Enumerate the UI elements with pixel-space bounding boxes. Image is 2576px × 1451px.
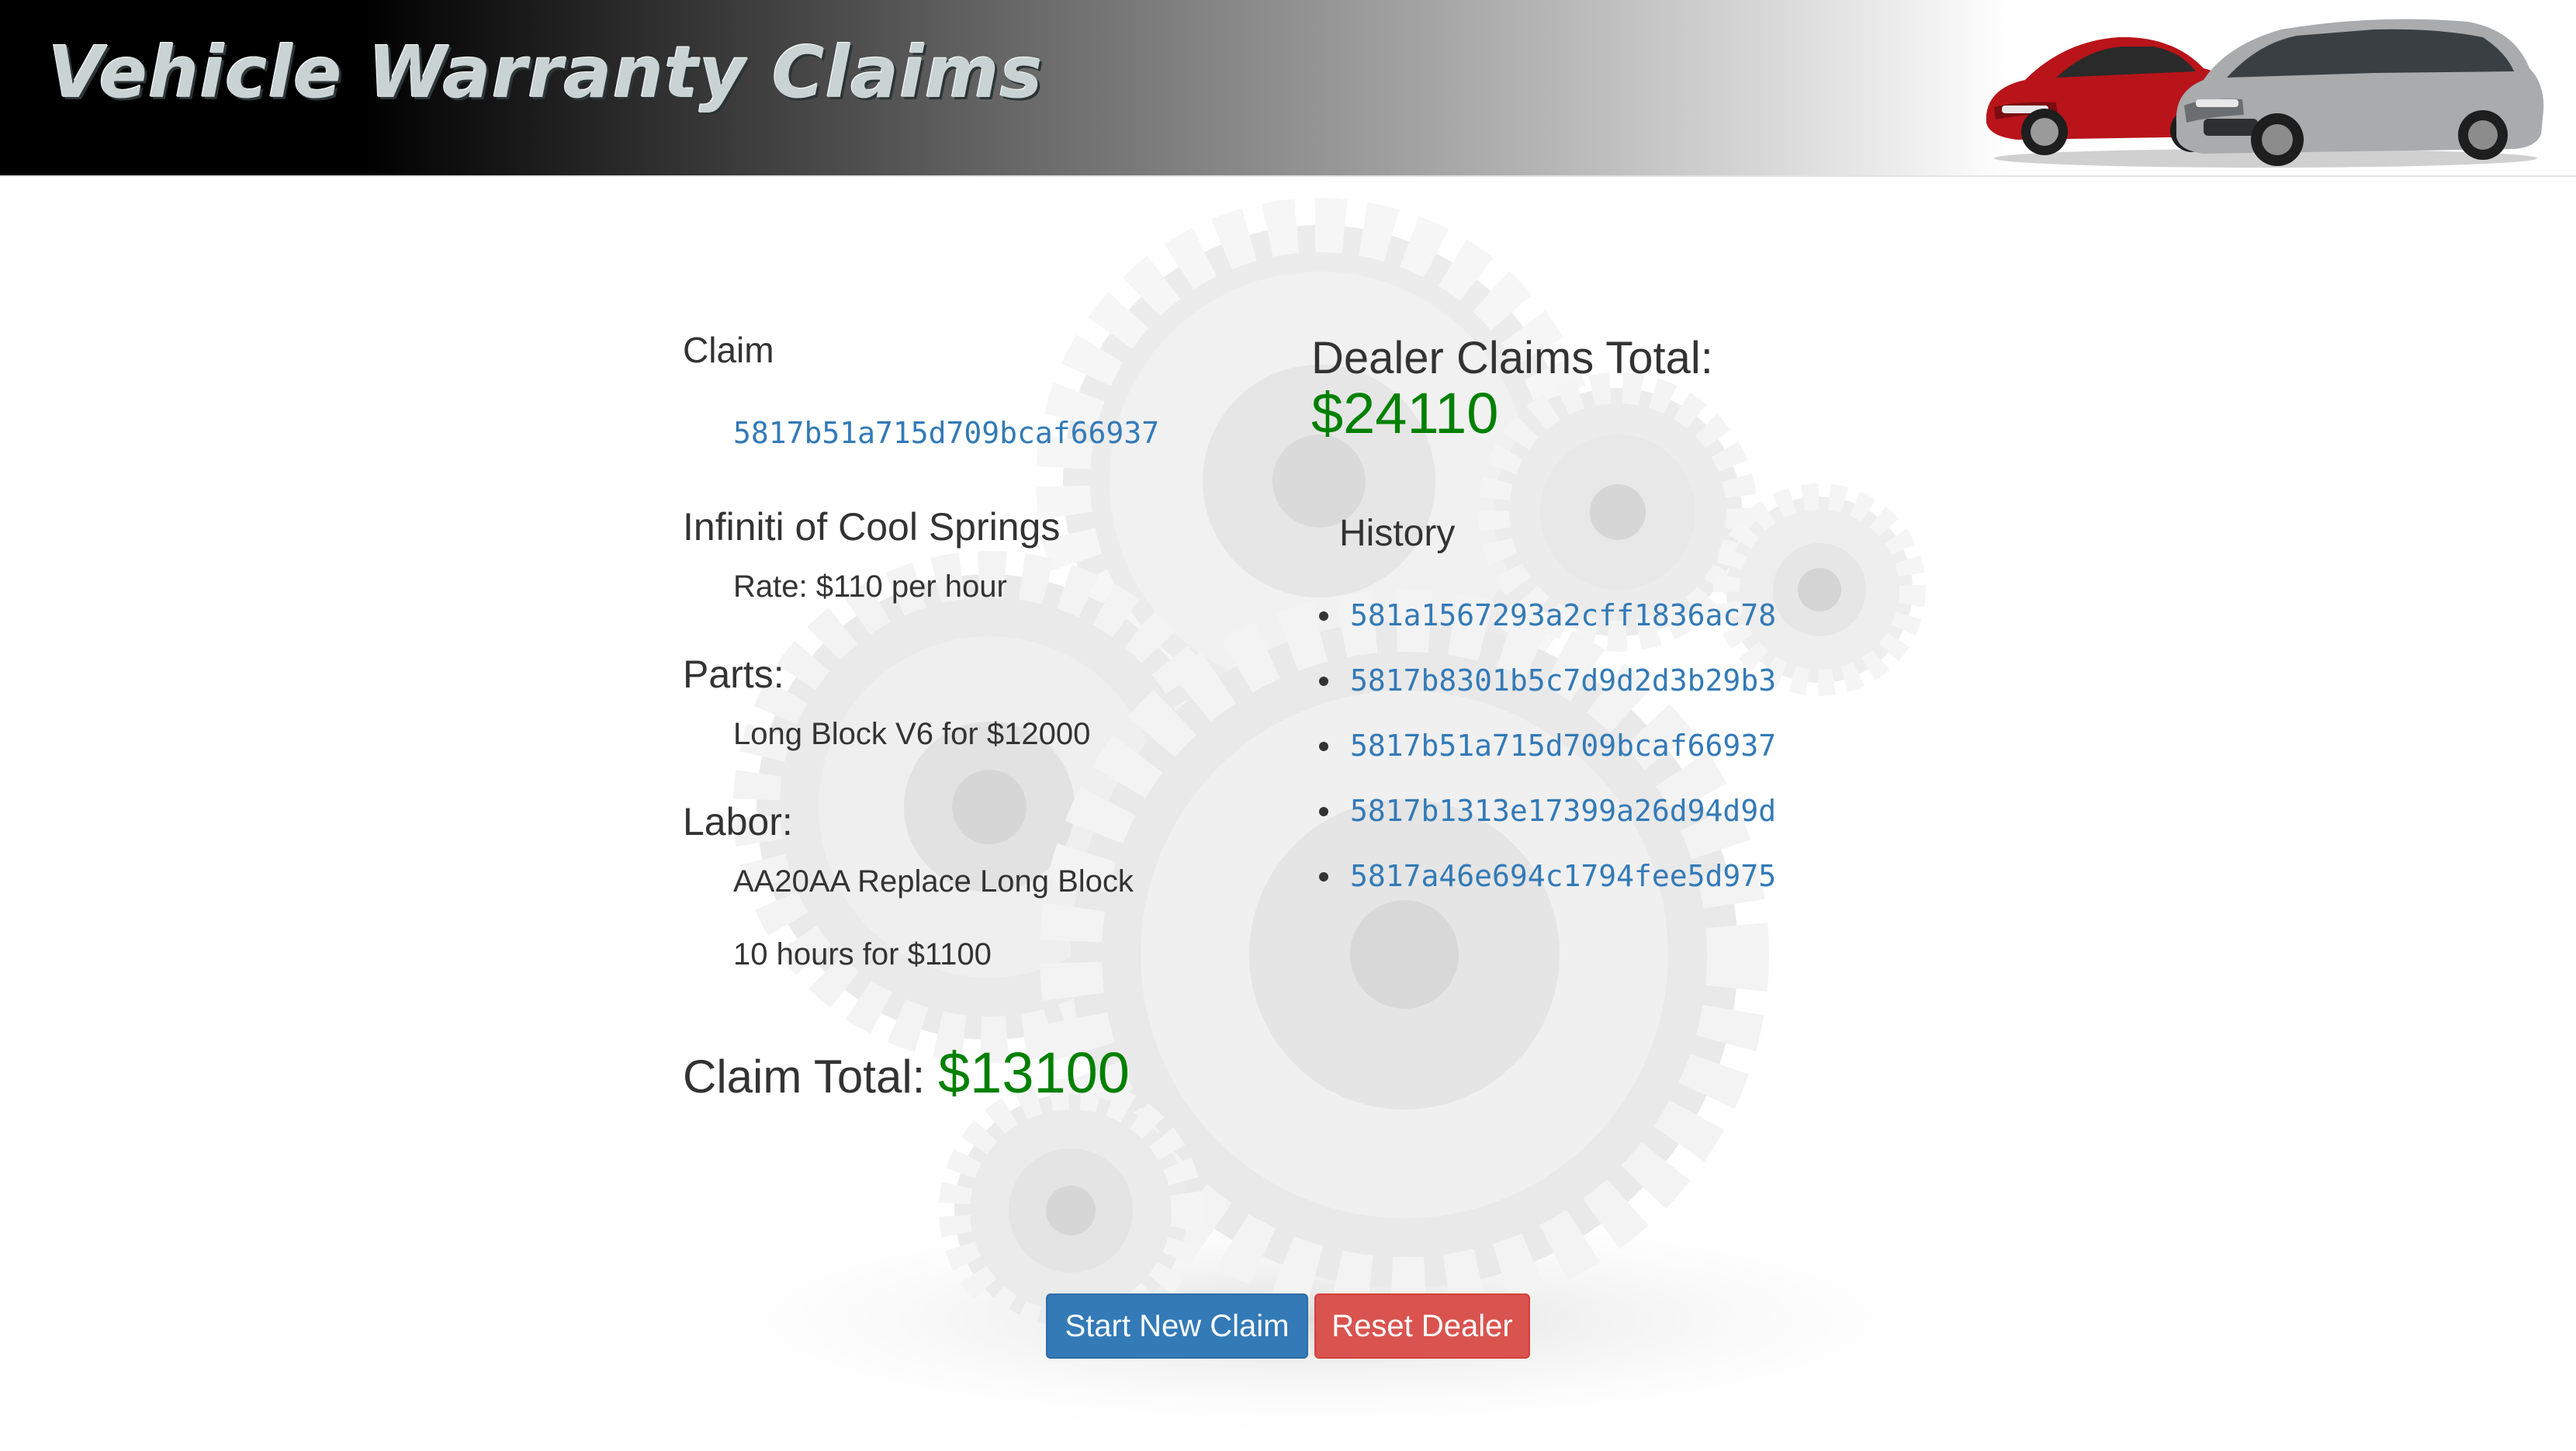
dealer-rate: Rate: $110 per hour [733, 570, 1007, 604]
labor-label: Labor: [683, 800, 793, 843]
dealer-total-label: Dealer Claims Total: [1311, 333, 1713, 383]
parts-item: Long Block V6 for $12000 [733, 717, 1091, 751]
dealer-name: Infiniti of Cool Springs [683, 505, 1061, 549]
labor-operation: AA20AA Replace Long Block [733, 864, 1134, 899]
claim-total-label: Claim Total: [683, 1051, 926, 1103]
history-label: History [1339, 513, 1456, 554]
claim-panel: Claim 5817b51a715d709bcaf66937 Infiniti … [0, 0, 2576, 1451]
start-new-claim-button[interactable]: Start New Claim [1046, 1293, 1308, 1359]
dealer-total-value: $24110 [1311, 381, 1499, 445]
history-item: 5817b1313e17399a26d94d9d [1319, 791, 1776, 857]
claim-label: Claim [683, 330, 774, 370]
history-claim-link[interactable]: 5817b1313e17399a26d94d9d [1350, 794, 1776, 828]
claim-total: Claim Total: $13100 [683, 1040, 1130, 1106]
labor-hours: 10 hours for $1100 [733, 937, 992, 971]
reset-dealer-button[interactable]: Reset Dealer [1314, 1293, 1530, 1359]
history-claim-link[interactable]: 5817b51a715d709bcaf66937 [1350, 729, 1776, 763]
history-item: 5817a46e694c1794fee5d975 [1319, 857, 1776, 922]
claim-id-link[interactable]: 5817b51a715d709bcaf66937 [733, 416, 1159, 450]
history-item: 5817b8301b5c7d9d2d3b29b3 [1319, 661, 1776, 726]
claim-total-value: $13100 [938, 1041, 1130, 1105]
history-item: 5817b51a715d709bcaf66937 [1319, 726, 1776, 791]
history-list: 581a1567293a2cff1836ac78 5817b8301b5c7d9… [1319, 596, 1776, 922]
history-item: 581a1567293a2cff1836ac78 [1319, 596, 1776, 661]
parts-label: Parts: [683, 653, 784, 696]
history-claim-link[interactable]: 581a1567293a2cff1836ac78 [1350, 598, 1776, 632]
history-claim-link[interactable]: 5817a46e694c1794fee5d975 [1350, 859, 1776, 893]
history-claim-link[interactable]: 5817b8301b5c7d9d2d3b29b3 [1350, 663, 1776, 698]
